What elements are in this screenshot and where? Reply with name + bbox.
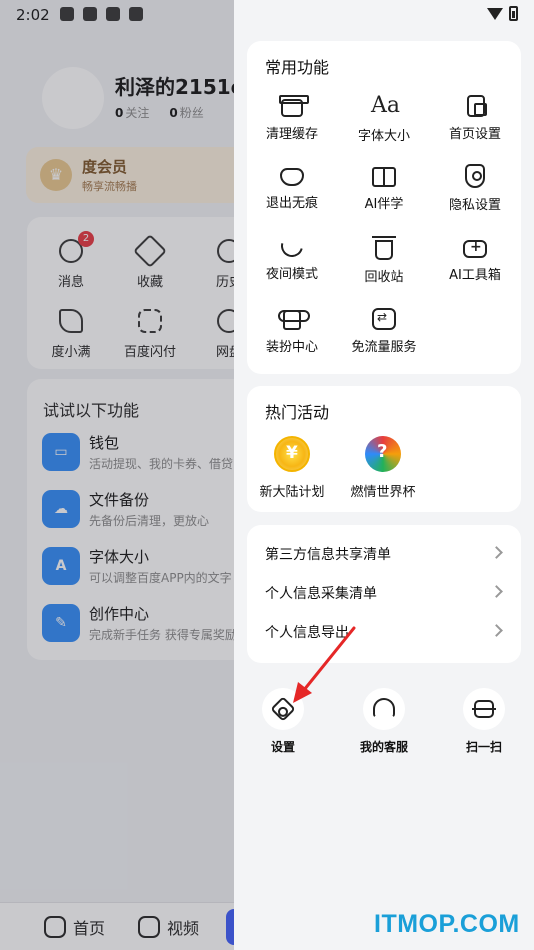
link-third-party-sharing[interactable]: 第三方信息共享清单 <box>265 543 511 583</box>
func-clean-cache[interactable]: 清理缓存 <box>248 93 336 142</box>
night-mode-icon <box>276 230 308 262</box>
activity-world-cup[interactable]: 燃情世界杯 <box>338 436 428 500</box>
side-drawer: 常用功能 清理缓存 Aa 字体大小 首页设置 退出无痕 AI伴学 隐私设置 夜间… <box>234 0 534 950</box>
dress-up-icon <box>278 310 310 330</box>
customer-service-icon <box>373 698 395 718</box>
func-ai-study[interactable]: AI伴学 <box>340 164 428 212</box>
common-functions-card: 常用功能 清理缓存 Aa 字体大小 首页设置 退出无痕 AI伴学 隐私设置 夜间… <box>247 41 521 374</box>
watermark: ITMOP.COM <box>374 910 520 938</box>
func-label: 字体大小 <box>357 129 410 144</box>
func-home-settings[interactable]: 首页设置 <box>431 93 519 142</box>
privacy-links-card: 第三方信息共享清单 个人信息采集清单 个人信息导出 <box>247 525 521 663</box>
ai-toolbox-icon <box>463 239 487 258</box>
wifi-icon <box>487 7 503 20</box>
settings-label: 设置 <box>270 740 295 754</box>
customer-service-label: 我的客服 <box>359 740 408 754</box>
scan-icon <box>472 700 496 718</box>
func-night-mode[interactable]: 夜间模式 <box>248 230 336 282</box>
func-label: 夜间模式 <box>265 267 318 282</box>
world-cup-icon <box>365 436 401 472</box>
settings-icon <box>270 696 296 722</box>
customer-service-icon-wrap <box>363 688 405 730</box>
func-label: 清理缓存 <box>265 127 318 142</box>
chevron-right-icon <box>490 546 503 559</box>
recycle-bin-icon <box>372 236 396 260</box>
func-privacy-settings[interactable]: 隐私设置 <box>431 164 519 213</box>
func-dress-up-center[interactable]: 装扮中心 <box>248 306 336 355</box>
func-font-size[interactable]: Aa 字体大小 <box>340 93 428 144</box>
func-label: 首页设置 <box>448 127 501 142</box>
chevron-right-icon <box>490 624 503 637</box>
func-ai-toolbox[interactable]: AI工具箱 <box>431 235 519 283</box>
scan-icon-wrap <box>463 688 505 730</box>
func-label: 隐私设置 <box>448 198 501 213</box>
settings-button[interactable]: 设置 <box>243 688 323 755</box>
func-recycle-bin[interactable]: 回收站 <box>340 235 428 285</box>
link-label: 第三方信息共享清单 <box>265 547 391 563</box>
func-exit-incognito[interactable]: 退出无痕 <box>248 164 336 211</box>
hot-activities-title: 热门活动 <box>265 403 330 422</box>
link-label: 个人信息采集清单 <box>265 586 377 602</box>
font-size-icon: Aa <box>371 93 401 118</box>
func-data-free-service[interactable]: 免流量服务 <box>340 306 428 355</box>
func-label: AI工具箱 <box>449 268 501 283</box>
customer-service-button[interactable]: 我的客服 <box>344 688 424 755</box>
hot-activities-card: 热门活动 新大陆计划 燃情世界杯 <box>247 386 521 512</box>
scan-label: 扫一扫 <box>465 740 502 754</box>
battery-icon <box>509 6 518 21</box>
scan-button[interactable]: 扫一扫 <box>444 688 524 755</box>
data-free-icon <box>372 308 396 330</box>
func-label: AI伴学 <box>364 197 404 212</box>
incognito-icon <box>280 168 304 186</box>
link-label: 个人信息导出 <box>265 625 349 641</box>
home-settings-icon <box>467 95 487 117</box>
func-label: 装扮中心 <box>265 340 318 355</box>
activity-label: 燃情世界杯 <box>350 485 416 500</box>
clean-cache-icon <box>279 95 309 117</box>
ai-study-icon <box>372 167 396 187</box>
func-label: 回收站 <box>364 270 404 285</box>
new-continent-icon <box>274 436 310 472</box>
activity-label: 新大陆计划 <box>259 485 325 500</box>
settings-icon-wrap <box>262 688 304 730</box>
common-functions-title: 常用功能 <box>265 58 330 77</box>
privacy-icon <box>465 164 485 188</box>
status-icons-right <box>487 6 518 21</box>
activity-new-continent[interactable]: 新大陆计划 <box>247 436 337 500</box>
chevron-right-icon <box>490 585 503 598</box>
link-personal-info-export[interactable]: 个人信息导出 <box>265 621 511 661</box>
link-personal-info-collection[interactable]: 个人信息采集清单 <box>265 582 511 622</box>
func-label: 免流量服务 <box>351 340 417 355</box>
func-label: 退出无痕 <box>265 196 318 211</box>
